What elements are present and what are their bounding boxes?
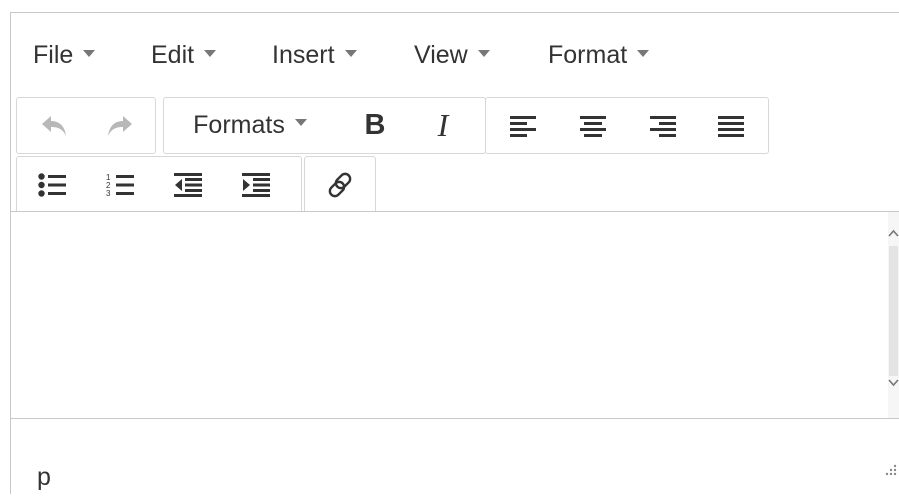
menu-format[interactable]: Format: [548, 41, 650, 70]
bold-icon: B: [364, 109, 386, 141]
align-center-icon: [580, 115, 606, 137]
rich-text-editor: File Edit Insert View Format Formats B I…: [10, 12, 899, 494]
align-center-button[interactable]: [560, 98, 626, 153]
scroll-down-icon[interactable]: [888, 375, 899, 389]
menu-edit-label: Edit: [151, 41, 195, 69]
chevron-down-icon: [204, 49, 217, 57]
menu-insert-label: Insert: [272, 41, 335, 69]
chevron-down-icon: [637, 49, 650, 57]
outdent-icon: [174, 172, 202, 197]
outdent-button[interactable]: [157, 157, 219, 212]
italic-icon: I: [437, 107, 449, 143]
numbered-list-icon: 1 2 3: [106, 173, 134, 198]
align-justify-icon: [718, 115, 744, 137]
menu-file-label: File: [33, 41, 74, 69]
align-left-button[interactable]: [490, 98, 556, 153]
indent-button[interactable]: [225, 157, 287, 212]
formats-dropdown[interactable]: Formats: [170, 98, 330, 153]
menu-view[interactable]: View: [414, 41, 490, 70]
editor-content-area[interactable]: [11, 212, 899, 418]
element-path[interactable]: p: [37, 463, 51, 492]
align-left-icon: [510, 115, 536, 137]
chevron-down-icon: [477, 49, 490, 57]
bullet-list-icon: [38, 172, 66, 197]
chevron-down-icon: [294, 119, 307, 126]
undo-button[interactable]: [25, 98, 83, 153]
scroll-up-icon[interactable]: [888, 227, 899, 241]
undo-icon: [42, 115, 66, 136]
menu-format-label: Format: [548, 41, 628, 69]
svg-text:3: 3: [106, 189, 111, 198]
toolbar-group-link: [304, 156, 376, 213]
italic-button[interactable]: I: [414, 98, 472, 153]
menu-insert[interactable]: Insert: [272, 41, 357, 70]
redo-button[interactable]: [91, 98, 149, 153]
resize-handle-icon[interactable]: [885, 464, 897, 476]
redo-icon: [108, 115, 132, 136]
toolbar-group-alignment: [485, 97, 769, 154]
link-icon: [328, 172, 352, 197]
align-justify-button[interactable]: [698, 98, 764, 153]
menubar: File Edit Insert View Format: [11, 13, 899, 89]
chevron-down-icon: [344, 49, 357, 57]
toolbar-group-formatting: Formats B I: [163, 97, 486, 154]
bullet-list-button[interactable]: [21, 157, 83, 212]
menu-file[interactable]: File: [33, 41, 96, 70]
menu-view-label: View: [414, 41, 468, 69]
numbered-list-button[interactable]: 1 2 3: [89, 157, 151, 212]
indent-icon: [242, 172, 270, 197]
statusbar: p: [11, 419, 899, 494]
align-right-button[interactable]: [630, 98, 696, 153]
toolbar-group-lists: 1 2 3: [16, 156, 302, 213]
toolbar-group-history: [16, 97, 156, 154]
align-right-icon: [650, 115, 676, 137]
chevron-down-icon: [83, 49, 96, 57]
menu-edit[interactable]: Edit: [151, 41, 217, 70]
scrollbar-thumb[interactable]: [889, 246, 898, 376]
bold-button[interactable]: B: [346, 98, 404, 153]
formats-label: Formats: [193, 111, 285, 139]
insert-link-button[interactable]: [305, 157, 375, 212]
